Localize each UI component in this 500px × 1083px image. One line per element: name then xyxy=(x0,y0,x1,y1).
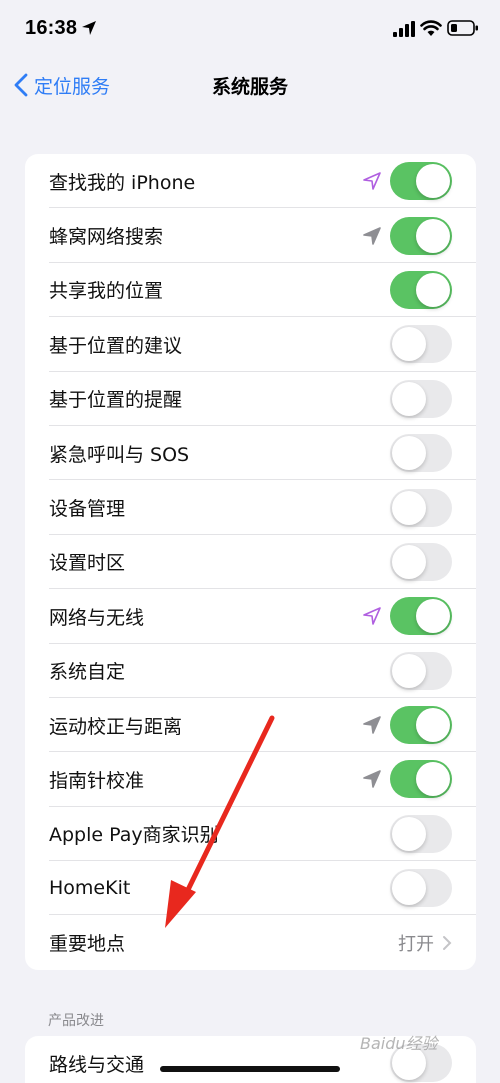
toggle-switch[interactable] xyxy=(390,651,452,690)
row-label: 设备管理 xyxy=(49,498,126,521)
status-time: 16:38 xyxy=(25,17,78,39)
row-label: 运动校正与距离 xyxy=(49,715,183,738)
toggle-switch[interactable] xyxy=(390,488,452,527)
list-item[interactable]: 蜂窝网络搜索 xyxy=(25,208,476,264)
row-label: HomeKit xyxy=(49,877,131,900)
list-item[interactable]: 基于位置的建议 xyxy=(25,317,476,372)
list-item[interactable]: Apple Pay商家识别 xyxy=(25,807,476,862)
page-title: 系统服务 xyxy=(211,76,288,98)
chevron-right-icon xyxy=(443,935,452,950)
location-indicator-icon xyxy=(363,716,381,734)
row-label: Apple Pay商家识别 xyxy=(49,824,219,847)
home-indicator xyxy=(160,1066,340,1072)
toggle-switch[interactable] xyxy=(390,379,452,418)
toggle-switch[interactable] xyxy=(390,270,452,309)
list-item[interactable]: 网络与无线 xyxy=(25,589,476,644)
list-item-significant-locations[interactable]: 重要地点 打开 xyxy=(25,915,476,969)
list-item[interactable]: 设置时区 xyxy=(25,535,476,590)
status-bar: 16:38 xyxy=(0,0,500,60)
list-item[interactable]: 查找我的 iPhone xyxy=(25,154,476,209)
list-item[interactable]: 运动校正与距离 xyxy=(25,698,476,753)
toggle-switch[interactable] xyxy=(390,542,452,581)
row-label: 网络与无线 xyxy=(49,606,145,629)
row-label: 设置时区 xyxy=(49,552,126,575)
significant-locations-value: 打开 xyxy=(398,933,434,955)
toggle-switch[interactable] xyxy=(390,325,452,364)
toggle-switch[interactable] xyxy=(390,760,452,799)
location-arrow-icon xyxy=(82,21,96,35)
section-header-product-improvement: 产品改进 xyxy=(48,1013,104,1029)
list-item[interactable]: 系统自定 xyxy=(25,644,476,699)
watermark: Baidu经验 xyxy=(360,1034,438,1053)
toggle-switch[interactable] xyxy=(390,869,452,908)
row-label: 紧急呼叫与 SOS xyxy=(49,443,190,466)
list-item[interactable]: 设备管理 xyxy=(25,480,476,536)
list-item[interactable]: 指南针校准 xyxy=(25,752,476,808)
row-label: 基于位置的建议 xyxy=(49,334,183,357)
toggle-switch[interactable] xyxy=(390,814,452,853)
row-label: 路线与交通 xyxy=(49,1053,145,1076)
toggle-switch[interactable] xyxy=(390,597,452,636)
system-services-list: 查找我的 iPhone 蜂窝网络搜索 共享我的位置 基于位置的建议 基于位置的提醒 紧急呼… xyxy=(25,154,476,970)
toggle-switch[interactable] xyxy=(390,706,452,745)
wifi-icon xyxy=(420,20,442,36)
location-indicator-icon xyxy=(363,226,381,245)
signal-icon xyxy=(393,21,415,37)
row-label: 基于位置的提醒 xyxy=(49,389,183,412)
location-indicator-icon xyxy=(363,770,381,789)
list-item[interactable]: 共享我的位置 xyxy=(25,263,476,318)
toggle-switch[interactable] xyxy=(390,434,452,473)
location-indicator-icon xyxy=(363,607,381,626)
toggle-switch[interactable] xyxy=(390,162,452,201)
list-item[interactable]: HomeKit xyxy=(25,861,476,916)
list-item[interactable]: 基于位置的提醒 xyxy=(25,372,476,427)
location-indicator-icon xyxy=(363,172,381,190)
row-label: 蜂窝网络搜索 xyxy=(49,226,164,249)
toggle-switch[interactable] xyxy=(390,216,452,255)
list-item[interactable]: 紧急呼叫与 SOS xyxy=(25,426,476,481)
row-label: 查找我的 iPhone xyxy=(49,171,196,194)
row-label: 共享我的位置 xyxy=(49,280,164,303)
row-label: 重要地点 xyxy=(49,933,126,956)
row-label: 指南针校准 xyxy=(49,769,145,792)
battery-icon xyxy=(447,20,478,36)
row-label: 系统自定 xyxy=(49,661,126,684)
